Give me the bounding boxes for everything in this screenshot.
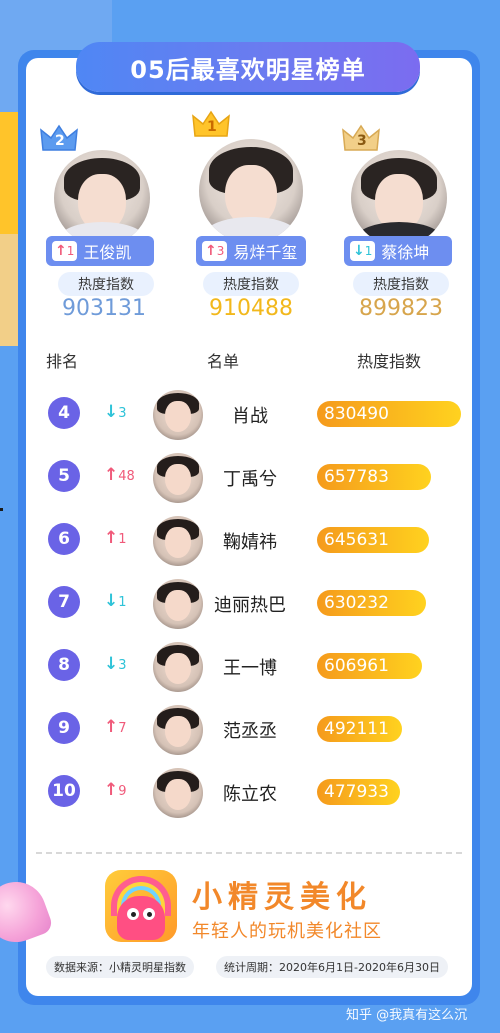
star-name: 鞠婧祎	[223, 532, 277, 553]
crown-icon: 2	[40, 124, 78, 152]
stray-dot	[0, 508, 3, 511]
header-rank: 排名	[46, 352, 79, 371]
avatar[interactable]	[54, 150, 150, 246]
avatar[interactable]	[153, 579, 203, 629]
star-name: 丁禹兮	[223, 469, 277, 490]
podium-name: 蔡徐坤	[381, 243, 430, 262]
heat-bar: 477933	[317, 779, 400, 805]
heat-value: 645631	[324, 530, 389, 550]
heat-bar: 630232	[317, 590, 426, 616]
heat-value: 477933	[324, 782, 389, 802]
heat-label: 热度指数	[353, 272, 449, 296]
rank-badge: 8	[48, 649, 80, 681]
name-pill: ↓ 1 蔡徐坤	[344, 236, 452, 266]
star-name: 迪丽热巴	[214, 595, 286, 616]
data-source: 数据来源：小精灵明星指数	[46, 956, 194, 978]
avatar[interactable]	[153, 390, 203, 440]
star-name: 范丞丞	[223, 721, 277, 742]
stat-period: 统计周期：2020年6月1日-2020年6月30日	[216, 956, 448, 978]
heat-bar: 606961	[317, 653, 422, 679]
avatar[interactable]	[199, 139, 303, 243]
brand-slogan: 年轻人的玩机美化社区	[192, 921, 382, 942]
rank-badge: 7	[48, 586, 80, 618]
table-row[interactable]: 6 ↑1 鞠婧祎 645631	[0, 516, 500, 566]
star-name: 王一博	[223, 658, 277, 679]
rank-badge: 4	[48, 397, 80, 429]
podium-name: 易烊千玺	[233, 243, 298, 262]
rank-badge: 6	[48, 523, 80, 555]
trend-down-icon: ↓3	[104, 402, 127, 422]
crown-rank: 1	[207, 119, 217, 135]
table-row[interactable]: 5 ↑48 丁禹兮 657783	[0, 453, 500, 503]
heat-value: 657783	[324, 467, 389, 487]
heat-value: 606961	[324, 656, 389, 676]
heat-value: 492111	[324, 719, 389, 739]
name-pill: ↑ 3 易烊千玺	[196, 236, 306, 266]
avatar[interactable]	[153, 768, 203, 818]
page-title-text: 05后最喜欢明星榜单	[130, 55, 366, 84]
trend-up-icon: ↑7	[104, 717, 127, 737]
heat-bar: 830490	[317, 401, 461, 427]
rank-badge: 10	[48, 775, 80, 807]
trend-down-icon: ↓1	[104, 591, 127, 611]
heat-label: 热度指数	[203, 272, 299, 296]
crown-icon: 1	[192, 110, 230, 138]
table-row[interactable]: 8 ↓3 王一博 606961	[0, 642, 500, 692]
heat-bar: 657783	[317, 464, 431, 490]
crown-rank: 3	[357, 133, 367, 149]
crown-icon: 3	[342, 124, 380, 152]
heat-value: 910488	[209, 296, 293, 321]
page-title: 05后最喜欢明星榜单	[76, 42, 420, 92]
podium-name: 王俊凯	[83, 243, 132, 262]
trend-down-icon: ↓1	[350, 241, 376, 261]
avatar[interactable]	[153, 453, 203, 503]
trend-up-icon: ↑9	[104, 780, 127, 800]
heat-bar: 645631	[317, 527, 429, 553]
header-heat: 热度指数	[357, 352, 422, 371]
star-name: 陈立农	[223, 784, 277, 805]
trend-up-icon: ↑ 3	[202, 241, 228, 261]
trend-down-icon: ↓3	[104, 654, 127, 674]
table-row[interactable]: 10 ↑9 陈立农 477933	[0, 768, 500, 818]
divider	[36, 852, 462, 854]
crown-rank: 2	[55, 133, 65, 149]
name-pill: ↑ 1 王俊凯	[46, 236, 154, 266]
table-row[interactable]: 4 ↓3 肖战 830490	[0, 390, 500, 440]
trend-up-icon: ↑48	[104, 465, 135, 485]
avatar[interactable]	[351, 150, 447, 246]
heat-value: 899823	[359, 296, 443, 321]
heat-value: 903131	[62, 296, 146, 321]
heat-value: 630232	[324, 593, 389, 613]
rank-badge: 9	[48, 712, 80, 744]
heat-label: 热度指数	[58, 272, 154, 296]
avatar[interactable]	[153, 516, 203, 566]
app-logo	[105, 870, 177, 942]
heat-value: 830490	[324, 404, 389, 424]
table-row[interactable]: 7 ↓1 迪丽热巴 630232	[0, 579, 500, 629]
star-name: 肖战	[232, 406, 268, 427]
trend-up-icon: ↑1	[104, 528, 127, 548]
brand-name: 小精灵美化	[192, 880, 372, 915]
watermark: 知乎 @我真有这么沉	[346, 1008, 468, 1023]
rank-badge: 5	[48, 460, 80, 492]
trend-up-icon: ↑1	[52, 241, 78, 261]
avatar[interactable]	[153, 705, 203, 755]
table-row[interactable]: 9 ↑7 范丞丞 492111	[0, 705, 500, 755]
heat-bar: 492111	[317, 716, 402, 742]
avatar[interactable]	[153, 642, 203, 692]
header-name: 名单	[207, 352, 240, 371]
